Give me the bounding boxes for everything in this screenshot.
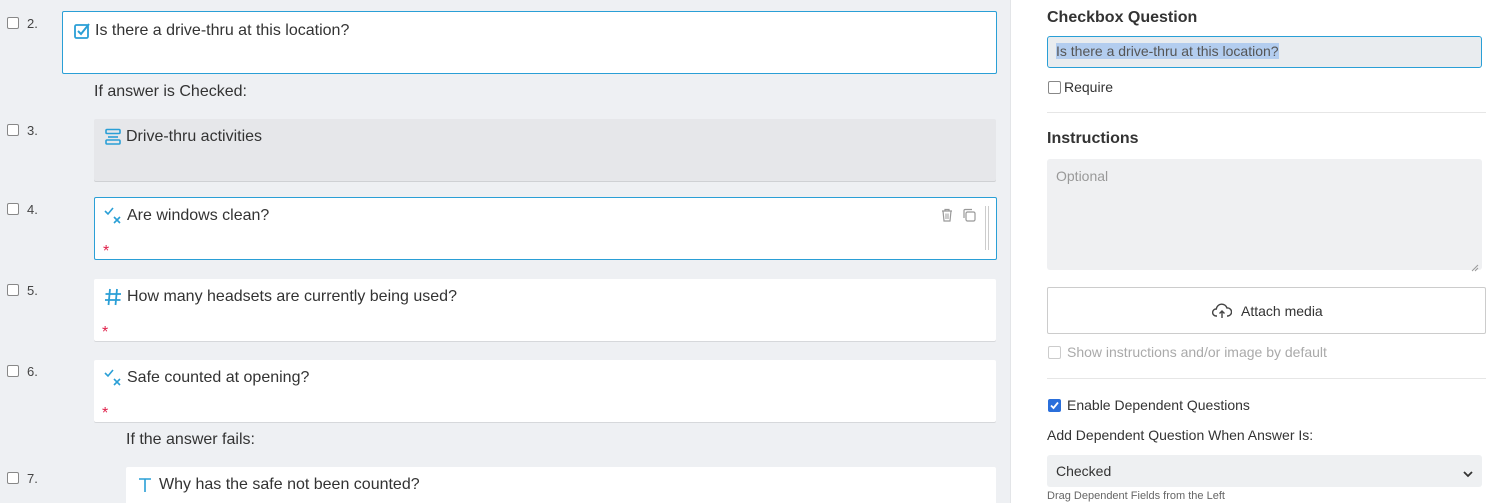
pass-fail-icon [104,207,122,225]
duplicate-icon[interactable] [962,208,976,222]
require-label: Require [1064,79,1114,95]
row-number: 7. [27,471,38,486]
instructions-textarea[interactable]: Optional [1047,159,1482,272]
enable-dependent-label: Enable Dependent Questions [1067,397,1250,413]
required-marker: * [103,243,110,260]
row-number: 6. [27,364,38,379]
row-select-checkbox[interactable] [7,17,19,29]
enable-dependent-checkbox[interactable] [1048,399,1061,412]
question-text-input[interactable]: Is there a drive-thru at this location? [1047,36,1482,68]
row-select-checkbox[interactable] [7,284,19,296]
question-text-value: Is there a drive-thru at this location? [1056,43,1279,59]
row-select-checkbox[interactable] [7,365,19,377]
show-instructions-label: Show instructions and/or image by defaul… [1067,344,1327,360]
cloud-upload-icon [1211,302,1233,320]
row-select-checkbox[interactable] [7,124,19,136]
row-select-checkbox[interactable] [7,203,19,215]
chevron-down-icon [1462,466,1474,478]
pass-fail-icon [104,369,122,387]
instructions-placeholder: Optional [1056,168,1109,184]
checkbox-icon [73,22,91,40]
divider [1047,112,1486,113]
row-number: 3. [27,123,38,138]
number-icon [104,288,122,306]
required-marker: * [102,324,109,341]
required-marker: * [102,405,109,422]
drag-hint: Drag Dependent Fields from the Left [1047,490,1225,502]
question-text: Safe counted at opening? [127,369,310,386]
dependent-answer-select[interactable]: Checked [1047,455,1482,487]
row-number: 5. [27,283,38,298]
question-settings-panel: Checkbox Question Is there a drive-thru … [1010,0,1491,503]
question-list: 2. Is there a drive-thru at this locatio… [0,0,1010,503]
section-card-drive-thru-activities[interactable]: Drive-thru activities [94,119,996,181]
question-card-drive-thru[interactable]: Is there a drive-thru at this location? [62,11,997,74]
section-icon [104,128,122,146]
panel-title: Checkbox Question [1047,9,1198,26]
question-card-headsets[interactable]: How many headsets are currently being us… [94,279,996,341]
question-card-safe-not-counted[interactable]: Why has the safe not been counted? [126,467,996,503]
question-card-safe-counted[interactable]: Safe counted at opening? * [94,360,996,422]
add-dependent-label: Add Dependent Question When Answer Is: [1047,427,1314,443]
question-text: Are windows clean? [127,207,270,224]
drag-handle[interactable] [985,206,989,250]
delete-icon[interactable] [940,208,954,222]
condition-label-checked: If answer is Checked: [94,83,247,100]
condition-label-fails: If the answer fails: [126,431,255,448]
attach-media-button[interactable]: Attach media [1047,287,1486,334]
question-text: Why has the safe not been counted? [159,476,420,493]
attach-media-label: Attach media [1241,303,1323,319]
require-checkbox[interactable] [1048,81,1061,94]
question-card-windows-clean[interactable]: Are windows clean? * [94,197,997,260]
row-number: 4. [27,202,38,217]
divider [1047,378,1486,379]
dependent-answer-value: Checked [1056,463,1112,479]
row-select-checkbox[interactable] [7,472,19,484]
instructions-heading: Instructions [1047,130,1139,147]
question-text: Is there a drive-thru at this location? [95,22,350,39]
text-icon [136,476,154,494]
resize-handle-icon[interactable] [1471,259,1479,272]
section-title: Drive-thru activities [126,128,263,145]
row-number: 2. [27,16,38,31]
question-text: How many headsets are currently being us… [127,288,457,305]
show-instructions-checkbox[interactable] [1048,346,1061,359]
